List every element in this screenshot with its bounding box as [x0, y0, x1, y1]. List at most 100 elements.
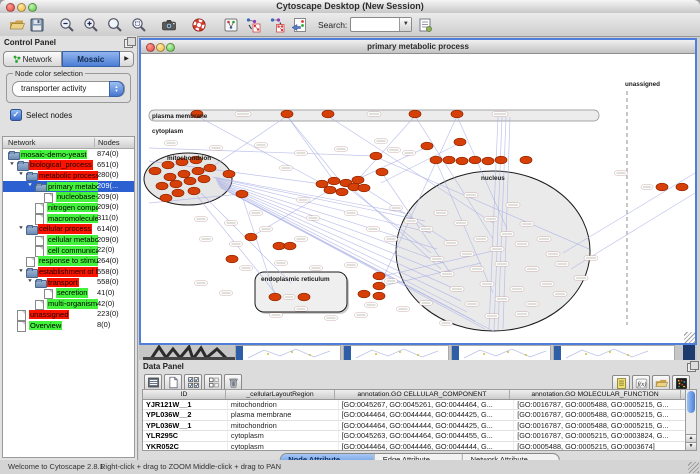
network-edge[interactable]: [287, 116, 341, 182]
network-node[interactable]: [451, 110, 463, 118]
network-node[interactable]: [223, 170, 235, 178]
tree-row[interactable]: nitrogen compo209(0): [3, 202, 134, 213]
network-node[interactable]: [178, 170, 190, 178]
tree-row[interactable]: ▼metabolic process280(0): [3, 170, 134, 181]
tree-expand-arrow-icon[interactable]: ▼: [18, 268, 24, 273]
tree-row[interactable]: nucleobase-209(0): [3, 192, 134, 203]
network-node[interactable]: [204, 164, 216, 172]
network-node[interactable]: [443, 156, 455, 164]
network-node[interactable]: [430, 156, 442, 164]
network-node[interactable]: [281, 110, 293, 118]
network-node[interactable]: [172, 189, 184, 197]
select-nodes-checkbox[interactable]: ✓: [10, 109, 22, 121]
snapshot-button[interactable]: [160, 16, 178, 34]
network-node[interactable]: [162, 161, 174, 169]
network-node[interactable]: [482, 157, 494, 165]
node-color-combo[interactable]: transporter activity ▲▼: [12, 81, 125, 97]
zoom-out-button[interactable]: [58, 16, 76, 34]
net-window-resize-grip[interactable]: [684, 332, 695, 343]
tree-row[interactable]: Overview8(0): [3, 320, 134, 331]
network-node[interactable]: [170, 180, 182, 188]
network-edge[interactable]: [563, 173, 695, 253]
network-node[interactable]: [409, 110, 421, 118]
open-button[interactable]: [8, 16, 26, 34]
network-node[interactable]: [164, 173, 176, 181]
network-node[interactable]: [298, 293, 310, 301]
table-row[interactable]: YKR052Ccytoplasm[GO:0044464, GO:0044446,…: [143, 442, 686, 451]
tree-row[interactable]: ▼transport558(0): [3, 277, 134, 288]
column-header-3[interactable]: annotation.GO MOLECULAR_FUNCTION: [510, 390, 681, 399]
network-node[interactable]: [316, 180, 328, 188]
network-node[interactable]: [421, 142, 433, 150]
tab-mosaic[interactable]: Mosaic: [62, 51, 121, 67]
table-row[interactable]: YPL036W__1mitochondrion[GO:0044464, GO:0…: [143, 421, 686, 431]
network-node[interactable]: [188, 187, 200, 195]
network-node[interactable]: [156, 182, 168, 190]
network-node[interactable]: [370, 152, 382, 160]
network-node[interactable]: [273, 242, 285, 250]
search-options-button[interactable]: [416, 16, 434, 34]
network-node[interactable]: [284, 242, 296, 250]
column-header-1[interactable]: _cellularLayoutRegion: [226, 390, 335, 399]
search-dropdown-arrow[interactable]: ▼: [399, 18, 411, 31]
data-panel-float-icon[interactable]: [687, 363, 696, 372]
vizmapper-button[interactable]: [290, 16, 308, 34]
tree-row[interactable]: ▼cellular process614(0): [3, 224, 134, 235]
network-node[interactable]: [358, 184, 370, 192]
network-node[interactable]: [184, 177, 196, 185]
tree-expand-arrow-icon[interactable]: ▼: [18, 172, 24, 177]
scroll-up-arrow[interactable]: ▲: [686, 434, 696, 442]
network-canvas[interactable]: plasma membranecytoplasmmitochondrionnuc…: [141, 53, 695, 341]
network-node[interactable]: [656, 183, 668, 191]
network-node[interactable]: [358, 290, 370, 298]
tree-expand-arrow-icon[interactable]: ▼: [27, 183, 33, 188]
network-node[interactable]: [376, 168, 388, 176]
layout-b-button[interactable]: [268, 16, 286, 34]
background-window-peek[interactable]: [451, 345, 551, 360]
network-node[interactable]: [226, 255, 238, 263]
network-node[interactable]: [373, 292, 385, 300]
tree-row[interactable]: ▼primary metabo209(...: [3, 181, 134, 192]
network-node[interactable]: [324, 186, 336, 194]
column-header-0[interactable]: ID: [143, 390, 226, 399]
network-node[interactable]: [469, 156, 481, 164]
network-node[interactable]: [373, 272, 385, 280]
zoom-selected-button[interactable]: [130, 16, 148, 34]
app-resize-grip[interactable]: [688, 462, 699, 473]
network-node[interactable]: [495, 156, 507, 164]
tree-row[interactable]: macromolecule311(0): [3, 213, 134, 224]
network-node[interactable]: [198, 175, 210, 183]
tree-col-separator[interactable]: [94, 138, 95, 147]
network-node[interactable]: [520, 156, 532, 164]
background-window-peek[interactable]: [343, 345, 449, 360]
layout-a-button[interactable]: [244, 16, 262, 34]
tree-row[interactable]: secretion41(0): [3, 288, 134, 299]
network-node[interactable]: [352, 176, 364, 184]
network-node[interactable]: [373, 282, 385, 290]
network-node[interactable]: [160, 194, 172, 202]
table-row[interactable]: YLR295Ccytoplasm[GO:0045263, GO:0044464,…: [143, 431, 686, 441]
tab-network[interactable]: Network: [3, 51, 62, 67]
table-scrollbar-thumb[interactable]: [687, 391, 695, 413]
network-node[interactable]: [149, 167, 161, 175]
float-panel-icon[interactable]: [124, 39, 133, 48]
network-window-titlebar[interactable]: primary metabolic process: [141, 40, 695, 54]
zoom-fit-button[interactable]: [106, 16, 124, 34]
network-manager-button[interactable]: [222, 16, 240, 34]
tree-row[interactable]: multi-organism pro42(0): [3, 299, 134, 310]
scroll-down-arrow[interactable]: ▼: [686, 442, 696, 450]
network-node[interactable]: [236, 190, 248, 198]
tree-expand-arrow-icon[interactable]: ▼: [9, 161, 15, 166]
save-button[interactable]: [28, 16, 46, 34]
tree-expand-arrow-icon[interactable]: ▼: [18, 225, 24, 230]
table-row[interactable]: YJR121W__1mitochondrion[GO:0045267, GO:0…: [143, 400, 686, 410]
network-node[interactable]: [192, 167, 204, 175]
help-button[interactable]: [190, 16, 208, 34]
tree-row[interactable]: cellular metabol209(0): [3, 235, 134, 246]
table-row[interactable]: YPL036W__2plasma membrane[GO:0044464, GO…: [143, 410, 686, 420]
background-window-peek[interactable]: [553, 345, 675, 360]
network-node[interactable]: [269, 293, 281, 301]
tab-overflow-arrow[interactable]: ▶: [120, 51, 134, 67]
tree-row[interactable]: response to stimulu264(0): [3, 256, 134, 267]
network-edge[interactable]: [203, 116, 287, 173]
